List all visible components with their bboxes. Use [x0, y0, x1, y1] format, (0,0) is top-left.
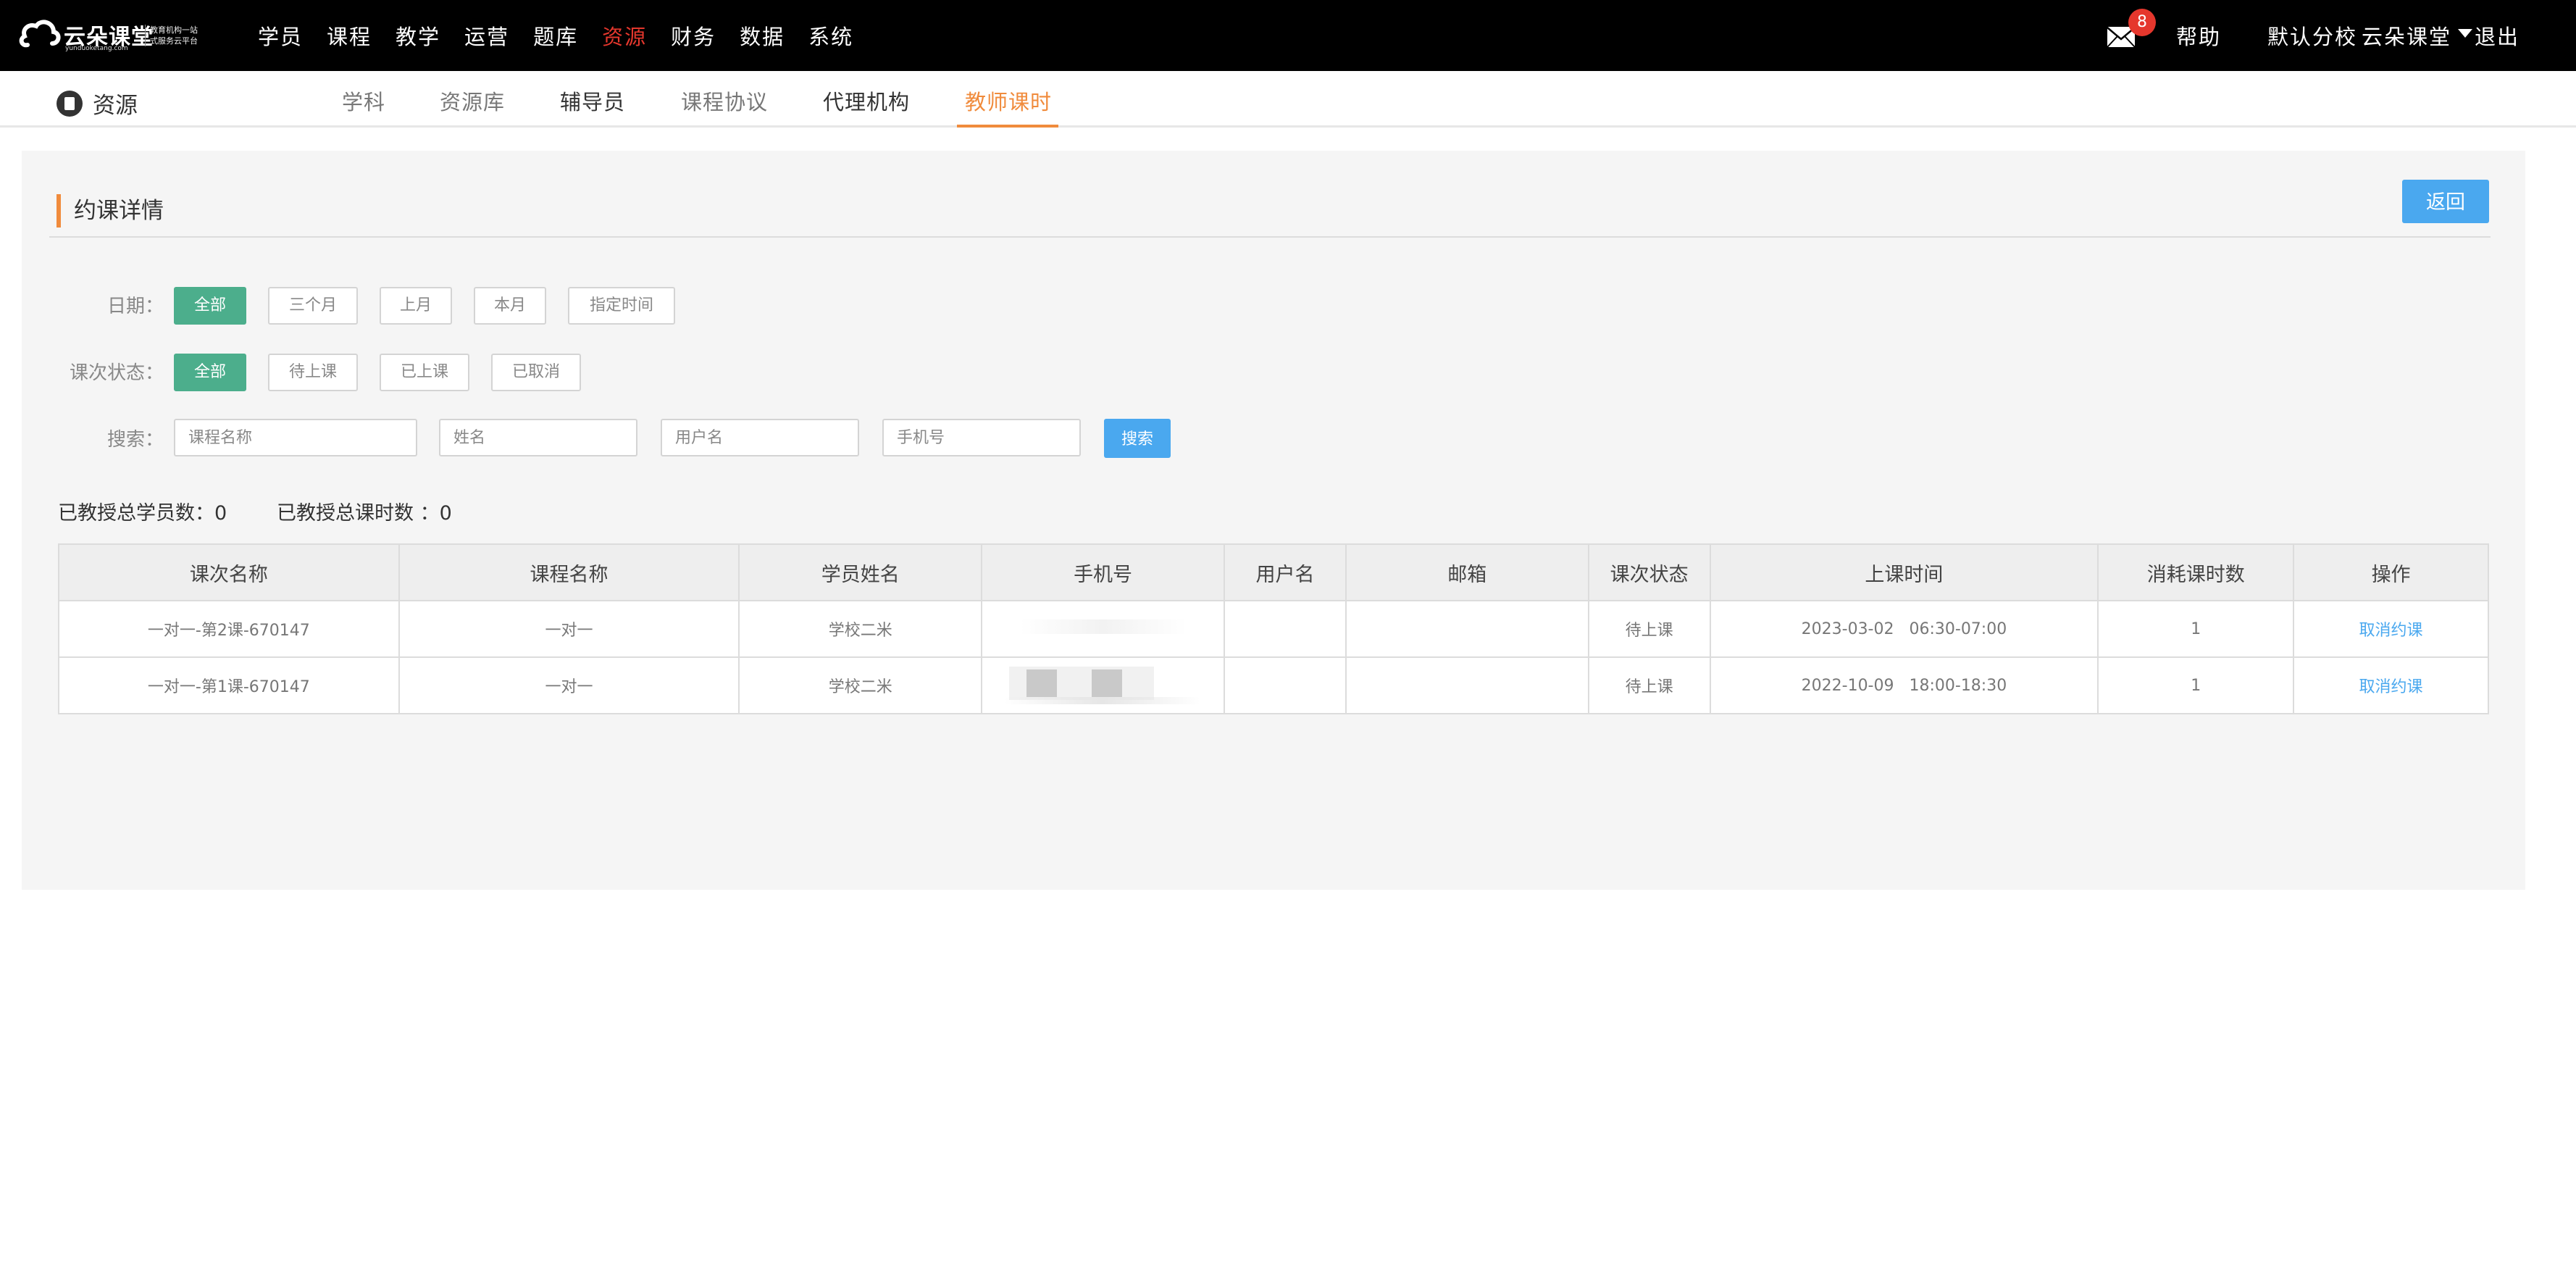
main-nav: 学员 课程 教学 运营 题库 资源 财务 数据 系统	[258, 0, 877, 71]
booking-table: 课次名称 课程名称 学员姓名 手机号 用户名 邮箱 课次状态 上课时间 消耗课时…	[58, 543, 2489, 714]
cell-email	[1345, 656, 1589, 714]
status-filter-pending[interactable]: 待上课	[268, 354, 358, 391]
resource-section-icon	[57, 90, 83, 117]
col-lesson-name: 课次名称	[58, 543, 400, 601]
caret-down-icon[interactable]	[2457, 28, 2473, 39]
status-filter-all[interactable]: 全部	[174, 354, 246, 391]
help-link[interactable]: 帮助	[2176, 20, 2221, 51]
tab-resource-library[interactable]: 资源库	[440, 85, 505, 116]
tab-tutors[interactable]: 辅导员	[560, 85, 625, 116]
top-bar: 云朵课堂 yunduoketang.com 教育机构一站 式服务云平台 学员 课…	[0, 0, 2576, 71]
logo-slogan-line-1: 教育机构一站	[150, 25, 198, 35]
cell-hours-used: 1	[2097, 600, 2295, 658]
course-name-input[interactable]	[174, 419, 417, 456]
col-hours-used: 消耗课时数	[2097, 543, 2295, 601]
nav-item-students[interactable]: 学员	[258, 20, 303, 51]
col-phone: 手机号	[981, 543, 1226, 601]
nav-item-question-bank[interactable]: 题库	[533, 20, 578, 51]
logo-domain: yunduoketang.com	[65, 45, 128, 52]
col-course-name: 课程名称	[398, 543, 740, 601]
search-button[interactable]: 搜索	[1104, 419, 1171, 458]
search-label: 搜索：	[106, 429, 164, 451]
col-email: 邮箱	[1345, 543, 1589, 601]
date-filter-last-month[interactable]: 上月	[380, 287, 452, 325]
cell-status: 待上课	[1587, 656, 1711, 714]
cell-username	[1224, 600, 1347, 658]
mail-button[interactable]: 8	[2107, 9, 2156, 49]
status-filter-cancelled[interactable]: 已取消	[491, 354, 581, 391]
booking-details-panel: 约课详情 返回 日期： 全部 三个月 上月 本月 指定时间 课次状态： 全部 待…	[22, 151, 2525, 890]
cell-email	[1345, 600, 1589, 658]
cell-lesson-name: 一对一-第1课-670147	[58, 656, 400, 714]
cell-status: 待上课	[1587, 600, 1711, 658]
date-filter-this-month[interactable]: 本月	[474, 287, 546, 325]
nav-item-resources[interactable]: 资源	[602, 20, 647, 51]
cell-phone	[981, 656, 1226, 714]
status-filter-completed[interactable]: 已上课	[380, 354, 469, 391]
date-filter-three-months[interactable]: 三个月	[268, 287, 358, 325]
redacted-phone	[1019, 619, 1187, 634]
cancel-booking-link[interactable]: 取消约课	[2293, 600, 2489, 658]
nav-item-teaching[interactable]: 教学	[396, 20, 440, 51]
logo-slogan: 教育机构一站 式服务云平台	[145, 25, 203, 46]
cloud-logo-icon	[19, 20, 61, 48]
col-class-time: 上课时间	[1709, 543, 2099, 601]
cell-student-name: 学校二米	[738, 656, 983, 714]
user-name[interactable]: 云朵课堂	[2362, 20, 2451, 51]
cell-class-time: 2023-03-02 06:30-07:00	[1709, 600, 2099, 658]
cell-phone	[981, 600, 1226, 658]
cell-username	[1224, 656, 1347, 714]
col-actions: 操作	[2293, 543, 2489, 601]
branch-selector[interactable]: 默认分校	[2267, 20, 2357, 51]
panel-title: 约课详情	[57, 194, 164, 228]
total-hours-stat: 已教授总课时数 ：0	[277, 502, 452, 525]
status-filter-label: 课次状态：	[69, 362, 164, 384]
nav-item-finance[interactable]: 财务	[671, 20, 716, 51]
date-filter-custom[interactable]: 指定时间	[568, 287, 675, 325]
cell-class-time: 2022-10-09 18:00-18:30	[1709, 656, 2099, 714]
mail-count-badge: 8	[2128, 9, 2156, 36]
date-filter-label: 日期：	[106, 296, 164, 317]
back-button[interactable]: 返回	[2402, 180, 2489, 223]
name-input[interactable]	[439, 419, 637, 456]
nav-item-courses[interactable]: 课程	[327, 20, 372, 51]
col-status: 课次状态	[1587, 543, 1711, 601]
cell-lesson-name: 一对一-第2课-670147	[58, 600, 400, 658]
redacted-phone	[1004, 667, 1200, 704]
section-header: 资源	[57, 87, 138, 120]
username-input[interactable]	[661, 419, 859, 456]
tab-subjects[interactable]: 学科	[342, 85, 385, 116]
col-student-name: 学员姓名	[738, 543, 983, 601]
title-divider	[49, 236, 2491, 238]
brand-logo[interactable]: 云朵课堂 yunduoketang.com 教育机构一站 式服务云平台	[19, 10, 198, 57]
section-title: 资源	[93, 93, 138, 119]
table-header-row: 课次名称 课程名称 学员姓名 手机号 用户名 邮箱 课次状态 上课时间 消耗课时…	[58, 543, 2489, 601]
nav-item-data[interactable]: 数据	[740, 20, 785, 51]
cell-student-name: 学校二米	[738, 600, 983, 658]
logout-link[interactable]: 退出	[2475, 20, 2519, 51]
col-username: 用户名	[1224, 543, 1347, 601]
tab-course-agreements[interactable]: 课程协议	[681, 85, 768, 116]
cell-hours-used: 1	[2097, 656, 2295, 714]
phone-input[interactable]	[882, 419, 1081, 456]
tab-agencies[interactable]: 代理机构	[823, 85, 910, 116]
nav-item-system[interactable]: 系统	[808, 20, 853, 51]
tab-teacher-hours[interactable]: 教师课时	[965, 85, 1052, 116]
total-students-stat: 已教授总学员数：0	[58, 502, 227, 525]
cell-course-name: 一对一	[398, 600, 740, 658]
cancel-booking-link[interactable]: 取消约课	[2293, 656, 2489, 714]
nav-item-operations[interactable]: 运营	[464, 20, 509, 51]
table-row: 一对一-第1课-670147 一对一 学校二米 待上课 2022-10-09 1…	[58, 656, 2489, 714]
logo-slogan-line-2: 式服务云平台	[150, 36, 198, 46]
cell-course-name: 一对一	[398, 656, 740, 714]
sub-nav: 资源 学科 资源库 辅导员 课程协议 代理机构 教师课时	[0, 71, 2576, 128]
date-filter-all[interactable]: 全部	[174, 287, 246, 325]
table-row: 一对一-第2课-670147 一对一 学校二米 待上课 2023-03-02 0…	[58, 600, 2489, 658]
active-tab-underline	[957, 125, 1058, 128]
